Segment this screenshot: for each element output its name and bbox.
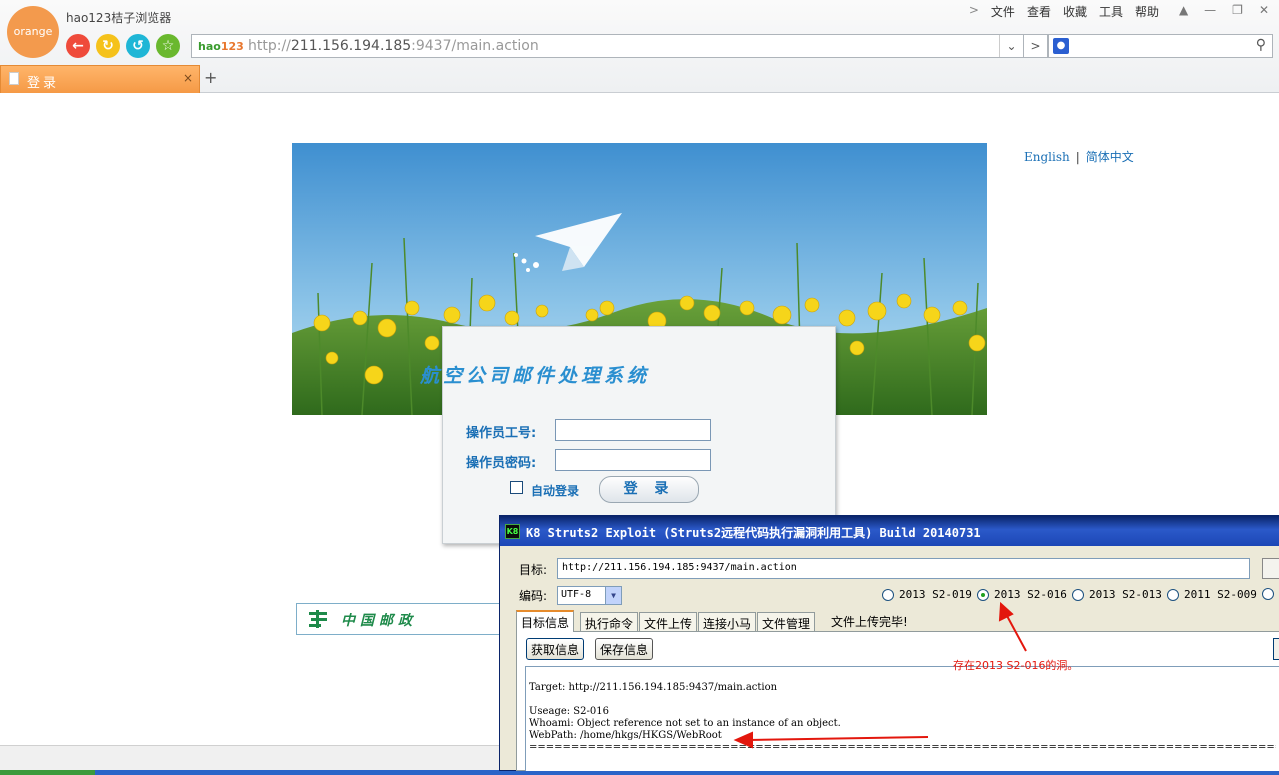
output-useage-line: Useage: S2-016 [529, 706, 609, 717]
chevron-down-icon[interactable]: ▼ [605, 587, 621, 604]
radio-button[interactable] [1072, 588, 1084, 601]
window-controls: ▲ — ❐ ✕ [1179, 3, 1269, 17]
app-title: hao123桔子浏览器 [66, 11, 172, 25]
operator-password-label: 操作员密码: [466, 456, 537, 471]
tab-file-upload[interactable]: 文件上传 [639, 612, 698, 631]
china-post-logo: 中国邮政 [296, 603, 502, 635]
tab-target-info[interactable]: 目标信息 [516, 610, 575, 632]
menu-help[interactable]: 帮助 [1135, 3, 1159, 20]
output-target-line: Target: http://211.156.194.185:9437/main… [529, 682, 778, 693]
search-input[interactable]: ● ⚲ [1048, 34, 1273, 58]
menu-bar: > 文件 查看 收藏 工具 帮助 [969, 3, 1159, 20]
k8-exploit-window: K8 K8 Struts2 Exploit (Struts2远程代码执行漏洞利用… [499, 515, 1279, 771]
target-url-input[interactable]: http://211.156.194.185:9437/main.action [557, 558, 1250, 579]
radio-s2-019[interactable]: 2013 S2-019 [882, 588, 972, 601]
favorite-star-icon[interactable]: ☆ [156, 34, 180, 58]
check-button[interactable] [1262, 558, 1279, 579]
k8-window-title: K8 Struts2 Exploit (Struts2远程代码执行漏洞利用工具)… [526, 526, 981, 540]
system-title: 航空公司邮件处理系统 [420, 365, 651, 387]
minimize-icon[interactable]: — [1204, 3, 1216, 17]
back-icon[interactable]: ← [66, 34, 90, 58]
tab-exec-command[interactable]: 执行命令 [580, 612, 639, 631]
radio-button[interactable] [1167, 588, 1179, 601]
home-return-icon[interactable]: ↺ [126, 34, 150, 58]
radio-label: 2013 S2-016 [994, 588, 1067, 601]
browser-logo: orange [7, 6, 59, 58]
output-rule-line: ========================================… [529, 742, 1276, 753]
auto-login-checkbox[interactable] [510, 481, 523, 494]
radio-s2-013[interactable]: 2013 S2-013 [1072, 588, 1162, 601]
menu-tools[interactable]: 工具 [1099, 3, 1123, 20]
new-tab-button[interactable]: + [204, 68, 217, 87]
search-icon[interactable]: ⚲ [1256, 37, 1266, 53]
radio-s2-016[interactable]: 2013 S2-016 [977, 588, 1067, 601]
hao123-logo: hao123 [198, 40, 244, 53]
radio-more[interactable] [1262, 588, 1274, 600]
status-bar [0, 745, 500, 771]
menu-view[interactable]: 查看 [1027, 3, 1051, 20]
radio-button[interactable] [882, 588, 894, 601]
page-icon [9, 72, 19, 85]
maximize-icon[interactable]: ❐ [1232, 3, 1243, 17]
annotation-text: 存在2013 S2-016的洞。 [953, 659, 1079, 672]
login-button[interactable]: 登 录 [599, 476, 699, 503]
lang-separator: | [1075, 150, 1080, 164]
menu-file[interactable]: 文件 [991, 3, 1015, 20]
tab-close-icon[interactable]: × [183, 71, 193, 85]
tab-title: 登录 [27, 76, 60, 91]
radio-label: 2011 S2-009 [1184, 588, 1257, 601]
radio-label: 2013 S2-013 [1089, 588, 1162, 601]
operator-password-input[interactable] [555, 449, 711, 471]
start-button[interactable] [0, 770, 95, 775]
menu-favorites[interactable]: 收藏 [1063, 3, 1087, 20]
radio-s2-009[interactable]: 2011 S2-009 [1167, 588, 1257, 601]
close-icon[interactable]: ✕ [1259, 3, 1269, 17]
tab-login[interactable]: 登录 × [0, 65, 200, 93]
encoding-select[interactable]: UTF-8 ▼ [557, 586, 622, 605]
address-bar[interactable]: hao123 http://211.156.194.185:9437/main.… [191, 34, 1024, 58]
upload-status-text: 文件上传完毕! [831, 615, 908, 629]
get-info-button[interactable]: 获取信息 [526, 638, 585, 660]
browser-chrome: orange hao123桔子浏览器 ← ↻ ↺ ☆ > 文件 查看 收藏 工具… [0, 0, 1279, 93]
target-label: 目标: [519, 563, 548, 577]
radio-button[interactable] [1262, 588, 1274, 600]
auto-login-label: 自动登录 [531, 484, 580, 498]
operator-id-label: 操作员工号: [466, 426, 537, 441]
china-post-text: 中国邮政 [341, 613, 417, 629]
k8-app-icon: K8 [505, 524, 520, 539]
output-whoami-line: Whoami: Object reference not set to an i… [529, 718, 841, 729]
save-info-button[interactable]: 保存信息 [595, 638, 654, 660]
encoding-label: 编码: [519, 589, 548, 603]
chevron-down-icon[interactable]: ⌄ [999, 35, 1023, 57]
radio-label: 2013 S2-019 [899, 588, 972, 601]
operator-id-input[interactable] [555, 419, 711, 441]
chevron-right-icon[interactable]: > [969, 3, 979, 20]
tab-file-manager[interactable]: 文件管理 [757, 612, 816, 631]
china-post-emblem-icon [309, 610, 327, 628]
k8-title-bar[interactable]: K8 K8 Struts2 Exploit (Struts2远程代码执行漏洞利用… [500, 516, 1279, 546]
address-url[interactable]: http://211.156.194.185:9437/main.action [248, 38, 539, 54]
encoding-value: UTF-8 [561, 589, 592, 600]
baidu-paw-icon[interactable]: ● [1053, 38, 1069, 54]
output-webpath-line: WebPath: /home/hkgs/HKGS/WebRoot [529, 730, 722, 741]
radio-button-selected[interactable] [977, 588, 989, 601]
lang-chinese-link[interactable]: 简体中文 [1086, 150, 1134, 164]
refresh-icon[interactable]: ↻ [96, 34, 120, 58]
lang-english-link[interactable]: English [1024, 150, 1070, 164]
output-log[interactable]: Target: http://211.156.194.185:9437/main… [525, 666, 1279, 771]
tab-connect-shell[interactable]: 连接小马 [698, 612, 757, 631]
skin-shirt-icon[interactable]: ▲ [1179, 3, 1188, 17]
language-switch: English | 简体中文 [1024, 148, 1134, 165]
go-arrow-icon[interactable]: > [1024, 34, 1048, 58]
tab-bar: 登录 × + [0, 65, 1279, 93]
side-button[interactable] [1273, 638, 1279, 660]
